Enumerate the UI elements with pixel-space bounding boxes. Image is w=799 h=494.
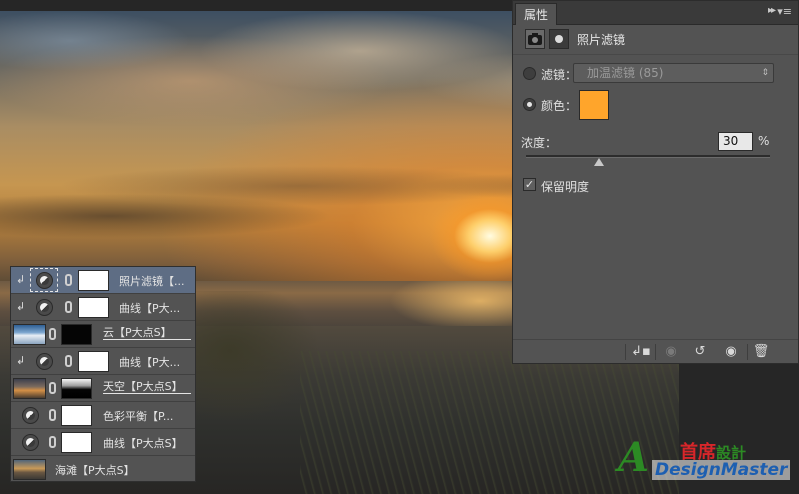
link-icon[interactable]: [65, 301, 72, 313]
adjustments-camera-icon[interactable]: [525, 29, 545, 49]
layer-mask-thumb[interactable]: [61, 324, 92, 345]
layer-name: 云【P大点S】: [103, 327, 191, 340]
layer-name: 照片滤镜【...: [119, 275, 185, 288]
footer-separator: [747, 344, 748, 360]
filter-select-value: 加温滤镜 (85): [587, 66, 664, 80]
adjustment-thumb-icon: [22, 407, 39, 424]
layer-color-balance[interactable]: 色彩平衡【P...: [11, 402, 195, 429]
layers-panel: ↲ 照片滤镜【... ↲ 曲线【P大... 云【P大点S】 ↲ 曲线【P大...…: [10, 266, 196, 482]
layer-name: 曲线【P大...: [119, 302, 181, 315]
view-previous-state-icon[interactable]: ◉: [661, 343, 681, 361]
layer-curves[interactable]: ↲ 曲线【P大...: [11, 348, 195, 375]
clip-arrow-icon: ↲: [16, 273, 26, 286]
layer-name: 曲线【P大...: [119, 356, 181, 369]
density-slider-thumb[interactable]: [594, 158, 605, 166]
footer-separator: [625, 344, 626, 360]
clip-to-layer-icon[interactable]: ↲▪: [631, 343, 651, 361]
preserve-luminosity-label: 保留明度: [541, 180, 590, 194]
link-icon[interactable]: [49, 328, 56, 340]
density-unit: %: [758, 134, 770, 148]
properties-tab-bar: 属性 ▸▸ ▾≡: [513, 1, 798, 25]
adjustment-thumb-icon: [36, 272, 53, 289]
link-icon[interactable]: [65, 355, 72, 367]
layer-name: 天空【P大点S】: [103, 381, 191, 394]
panel-menu-icon[interactable]: ▾≡: [777, 5, 792, 18]
adjustment-thumb-icon: [36, 299, 53, 316]
properties-title: 照片滤镜: [577, 33, 626, 47]
clip-arrow-icon: ↲: [16, 300, 26, 313]
layer-beach[interactable]: 海滩【P大点S】: [11, 456, 195, 483]
watermark-logo: A 首席設計 DesignMaster: [616, 436, 796, 488]
watermark-logo-letter: A: [618, 434, 650, 481]
filter-radio[interactable]: [523, 67, 536, 80]
color-label: 颜色：: [541, 99, 578, 113]
layer-photo-filter[interactable]: ↲ 照片滤镜【...: [11, 267, 195, 294]
density-label: 浓度：: [521, 136, 558, 150]
color-radio[interactable]: [523, 98, 536, 111]
layer-mask-thumb[interactable]: [61, 432, 92, 453]
layer-mask-thumb[interactable]: [78, 270, 109, 291]
properties-footer: ↲▪ ◉ ↺ ◉ 🗑: [513, 339, 798, 363]
preserve-luminosity-checkbox[interactable]: ✓: [523, 178, 536, 191]
layer-mask-thumb[interactable]: [78, 297, 109, 318]
trash-icon[interactable]: 🗑: [751, 343, 771, 361]
layer-name: 曲线【P大点S】: [103, 437, 183, 450]
filter-label: 滤镜：: [541, 68, 578, 82]
link-icon[interactable]: [49, 409, 56, 421]
collapse-arrows-icon[interactable]: ▸▸: [768, 5, 776, 16]
layer-name: 海滩【P大点S】: [55, 464, 135, 477]
reset-icon[interactable]: ↺: [690, 343, 710, 361]
layer-mask-thumb[interactable]: [61, 378, 92, 399]
link-icon[interactable]: [49, 436, 56, 448]
layer-name: 色彩平衡【P...: [103, 410, 174, 423]
link-icon[interactable]: [65, 274, 72, 286]
layer-curves-base[interactable]: 曲线【P大点S】: [11, 429, 195, 456]
layer-cloud[interactable]: 云【P大点S】: [11, 321, 195, 348]
layer-image-thumb: [13, 378, 46, 399]
layer-image-thumb: [13, 459, 46, 480]
layer-curves[interactable]: ↲ 曲线【P大...: [11, 294, 195, 321]
link-icon[interactable]: [49, 382, 56, 394]
footer-separator: [655, 344, 656, 360]
density-input[interactable]: 30: [718, 132, 753, 151]
layer-image-thumb: [13, 324, 46, 345]
color-swatch[interactable]: [579, 90, 609, 120]
properties-header: 照片滤镜: [513, 25, 798, 55]
watermark-english: DesignMaster: [652, 460, 791, 480]
density-slider[interactable]: [526, 155, 770, 158]
layer-mask-thumb[interactable]: [61, 405, 92, 426]
clip-arrow-icon: ↲: [16, 354, 26, 367]
mask-icon[interactable]: [549, 29, 569, 49]
layer-sky[interactable]: 天空【P大点S】: [11, 375, 195, 402]
select-arrows-icon: ⇕: [761, 68, 769, 78]
layer-mask-thumb[interactable]: [78, 351, 109, 372]
adjustment-thumb-icon: [36, 353, 53, 370]
adjustment-thumb-icon: [22, 434, 39, 451]
filter-select[interactable]: 加温滤镜 (85) ⇕: [573, 63, 774, 83]
visibility-icon[interactable]: ◉: [721, 343, 741, 361]
tab-properties[interactable]: 属性: [515, 3, 558, 25]
